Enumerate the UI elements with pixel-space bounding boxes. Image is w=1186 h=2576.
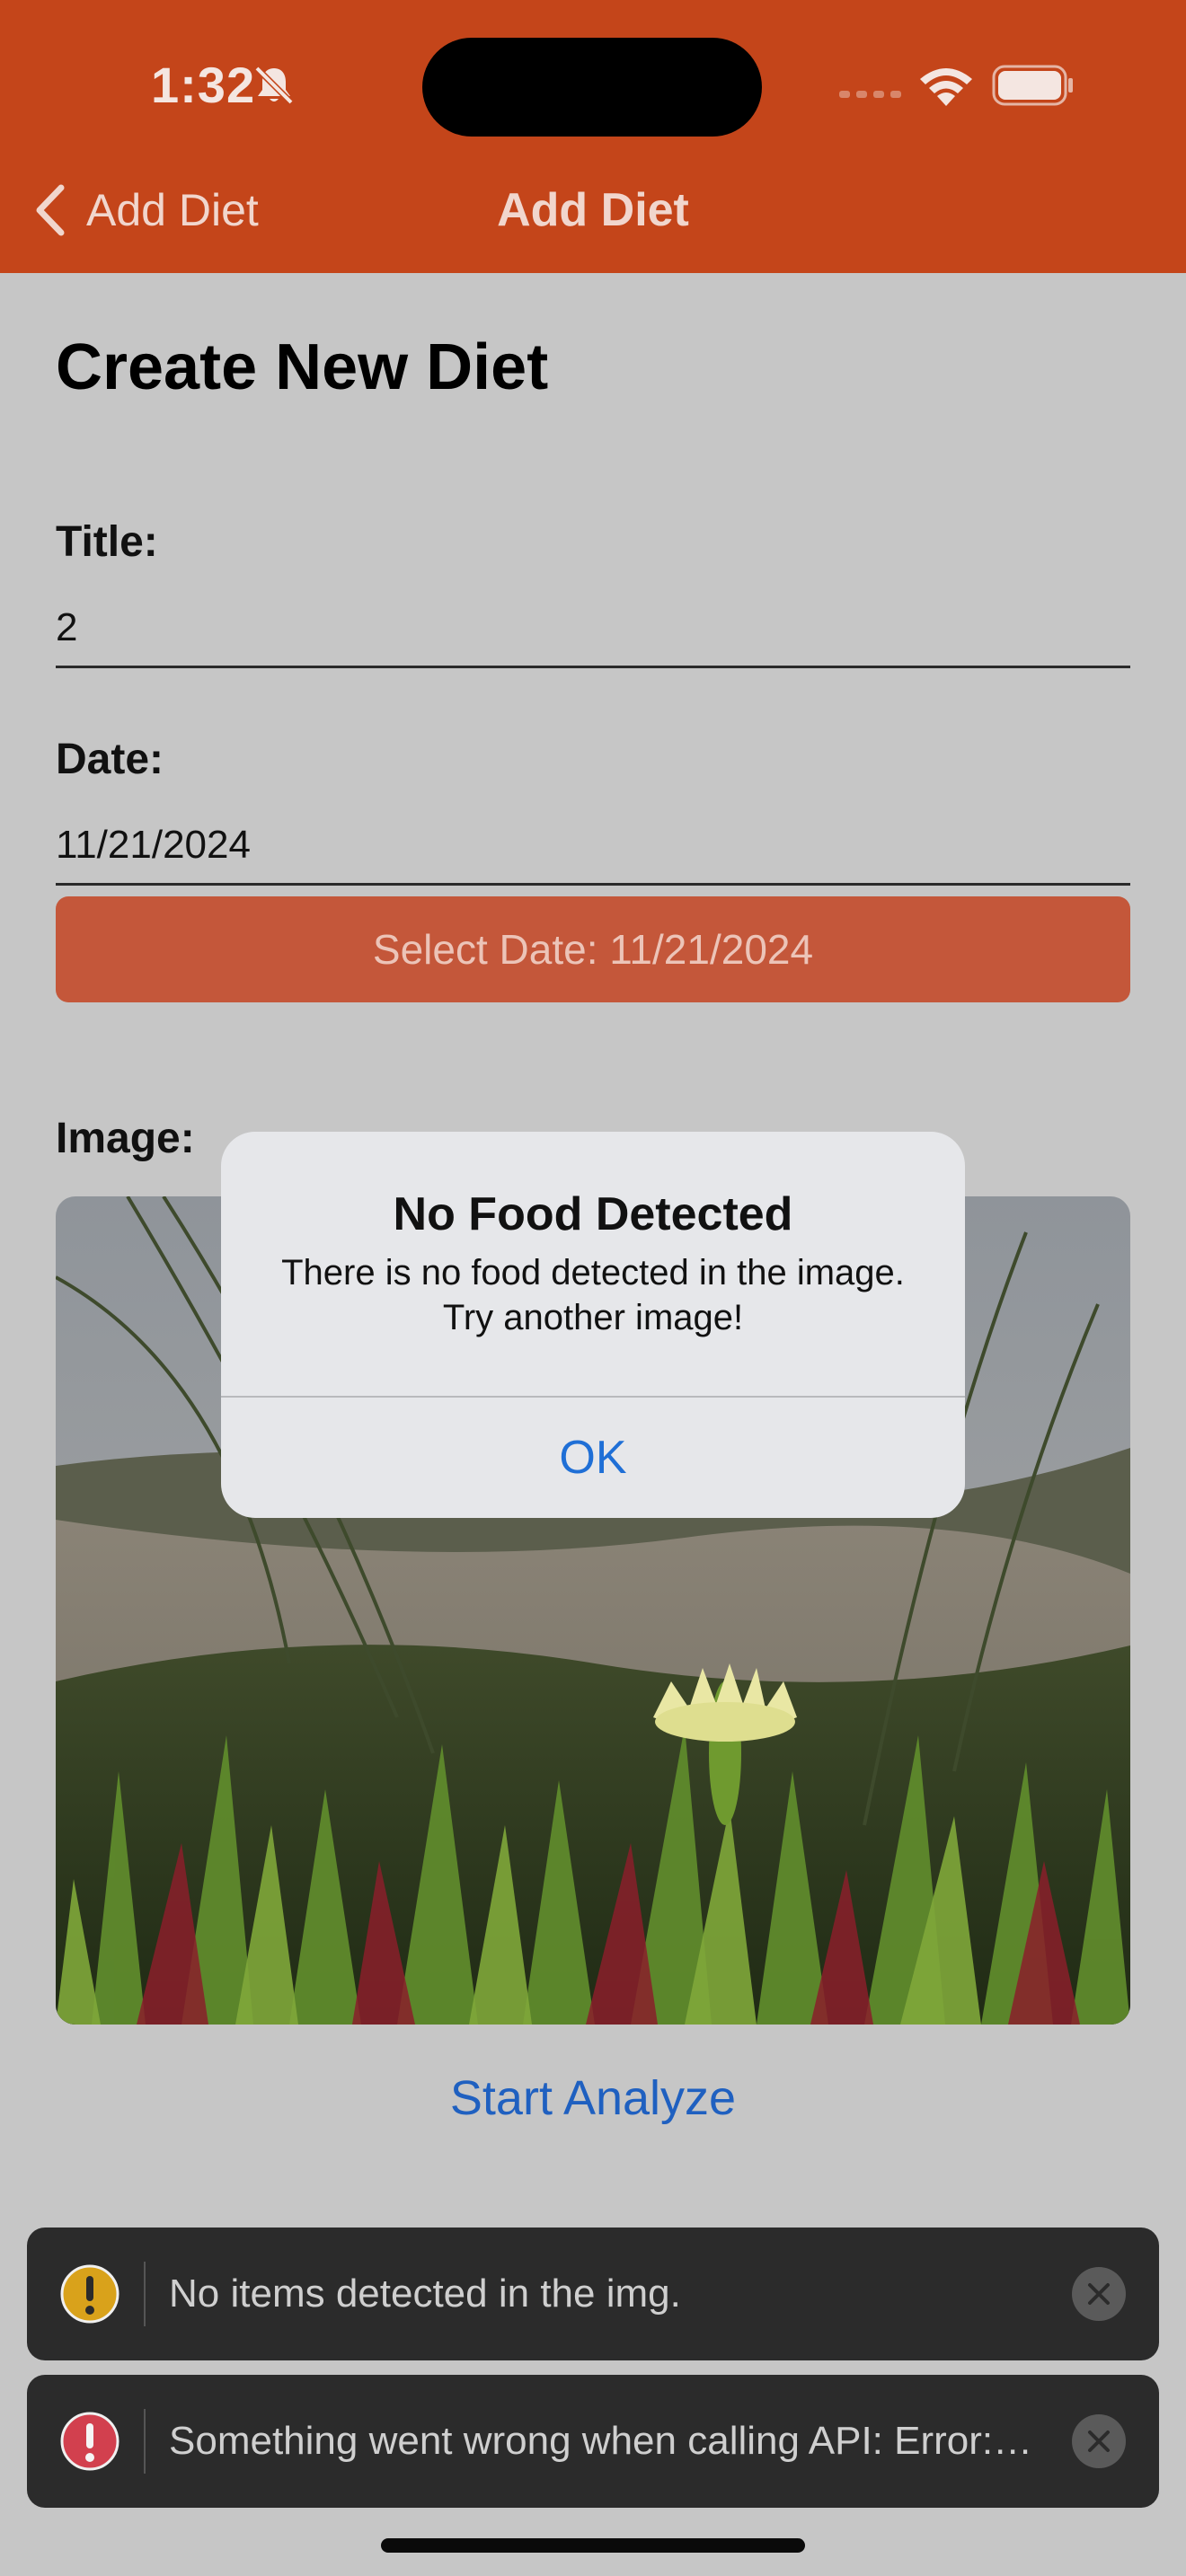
- select-date-button[interactable]: Select Date: 11/21/2024: [56, 896, 1130, 1002]
- title-label: Title:: [56, 518, 158, 566]
- toast-separator: [144, 2409, 146, 2474]
- warning-icon: [60, 2264, 119, 2324]
- error-icon: [60, 2412, 119, 2471]
- alert-message: There is no food detected in the image. …: [257, 1250, 929, 1340]
- bell-slash-icon: [254, 66, 294, 105]
- close-icon[interactable]: [1071, 2266, 1127, 2322]
- status-time: 1:32: [151, 57, 256, 113]
- title-field[interactable]: 2: [56, 589, 1130, 668]
- signal-icon: [839, 91, 901, 98]
- date-field[interactable]: 11/21/2024: [56, 807, 1130, 886]
- page-title: Create New Diet: [56, 331, 549, 403]
- toast-separator: [144, 2262, 146, 2326]
- alert-message-line-2: Try another image!: [442, 1298, 744, 1337]
- home-indicator[interactable]: [381, 2538, 805, 2553]
- error-toast-text: Something went wrong when calling API: E…: [169, 2419, 1033, 2463]
- alert-title: No Food Detected: [393, 1188, 793, 1240]
- no-food-alert: No Food Detected There is no food detect…: [221, 1132, 965, 1518]
- alert-message-line-1: There is no food detected in the image.: [281, 1253, 905, 1292]
- battery-icon: [992, 65, 1073, 106]
- navigation-header: 1:32 Add Diet Add Diet: [0, 0, 1186, 273]
- image-label: Image:: [56, 1115, 195, 1162]
- dynamic-island: [422, 38, 762, 137]
- start-analyze-button[interactable]: Start Analyze: [0, 2070, 1186, 2126]
- error-toast: Something went wrong when calling API: E…: [27, 2375, 1159, 2508]
- date-label: Date:: [56, 736, 164, 783]
- close-icon[interactable]: [1071, 2413, 1127, 2469]
- alert-ok-button[interactable]: OK: [221, 1398, 965, 1518]
- warning-toast: No items detected in the img.: [27, 2228, 1159, 2360]
- wifi-icon: [920, 68, 972, 106]
- nav-title: Add Diet: [497, 184, 689, 236]
- warning-toast-text: No items detected in the img.: [169, 2272, 681, 2316]
